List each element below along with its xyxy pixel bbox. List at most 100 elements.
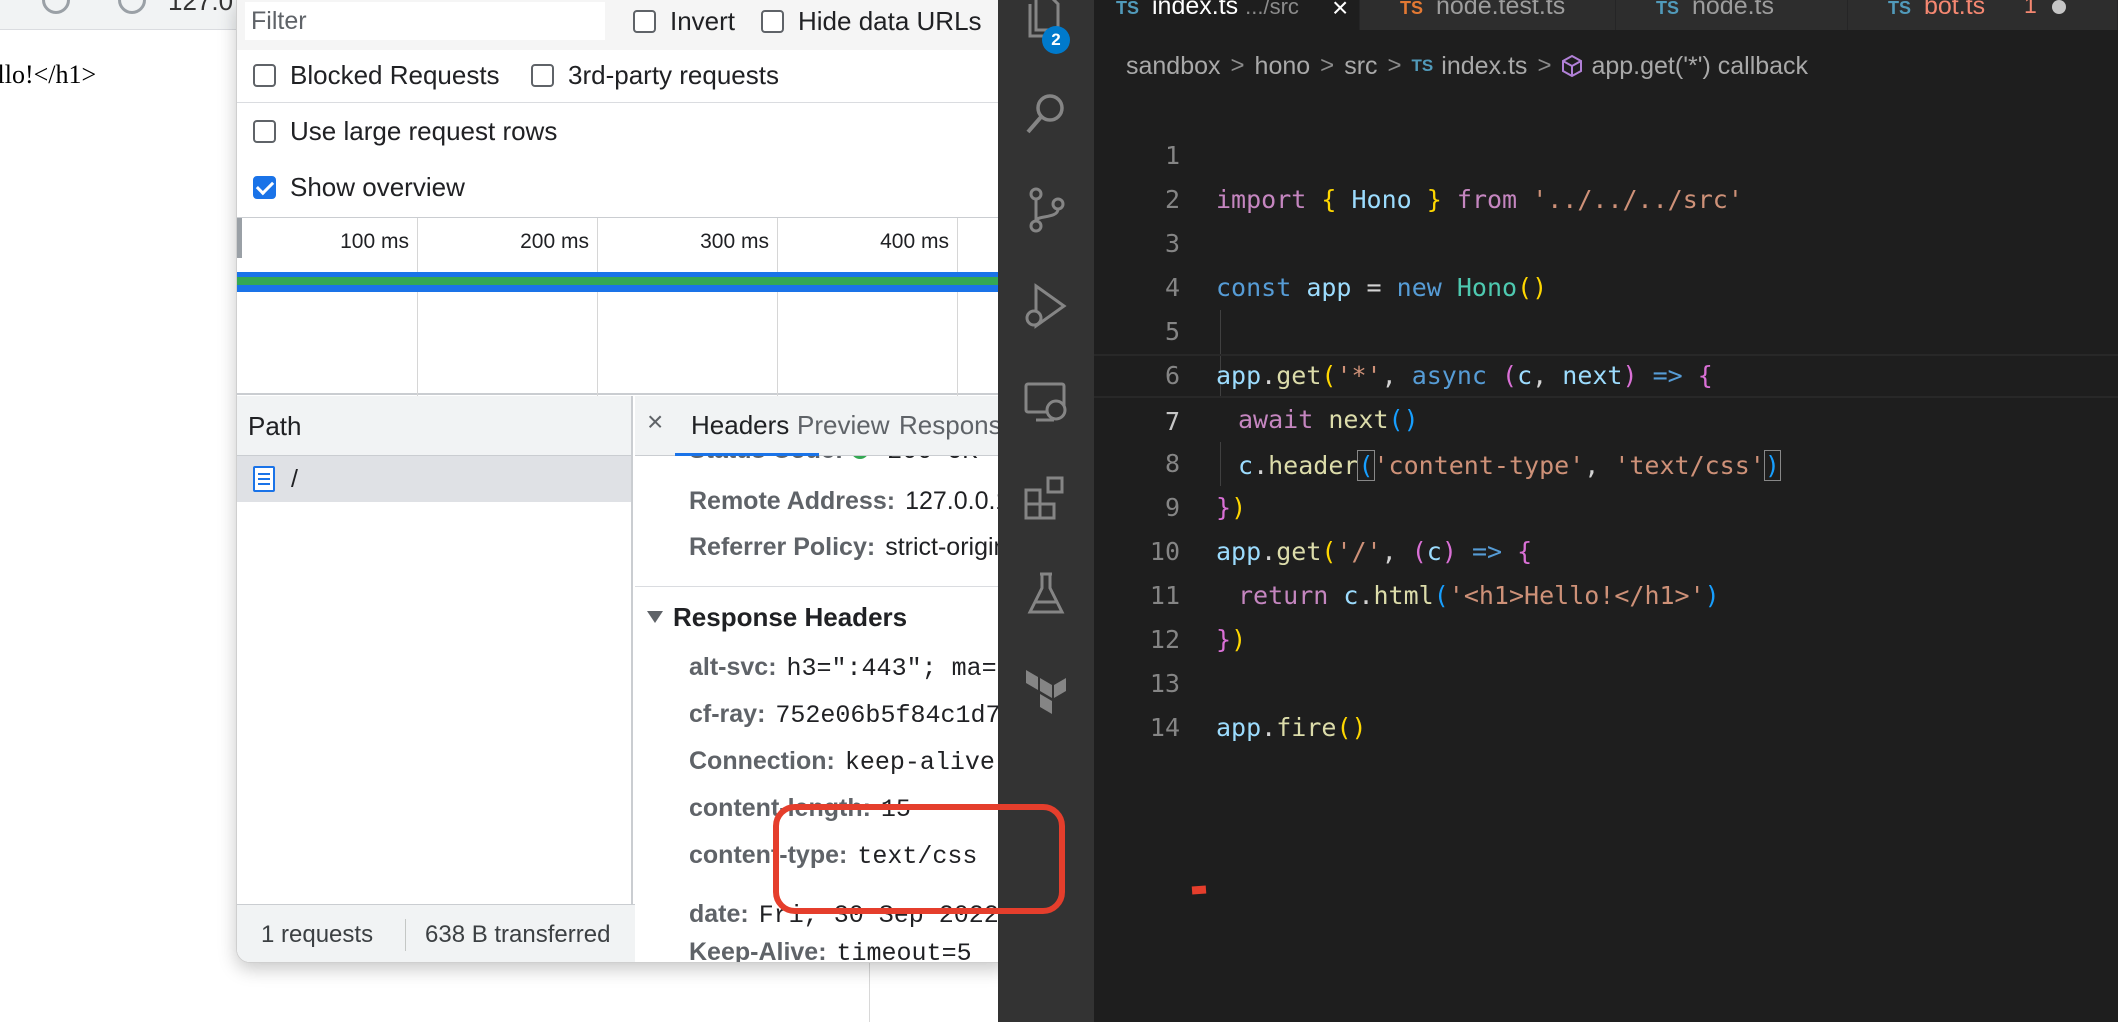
tab-label: index.ts .../src <box>1152 0 1299 21</box>
overview-gridline <box>417 218 418 396</box>
code-line[interactable]: 10 return c.html('<h1>Hello!</h1>') <box>1094 486 2118 610</box>
editor-tab-index-ts[interactable]: TS index.ts .../src × <box>1094 0 1360 30</box>
code-line[interactable]: 12 <box>1094 574 2118 654</box>
code-line[interactable]: 6 await next() <box>1094 310 2118 434</box>
hide-data-urls-checkbox[interactable]: Hide data URLs <box>761 6 982 37</box>
header-value: keep-alive <box>844 748 995 777</box>
close-icon[interactable]: × <box>1332 0 1348 24</box>
chevron-right-icon: > <box>1387 52 1402 79</box>
tab-filename: index.ts <box>1152 0 1239 20</box>
checkbox-box-checked[interactable] <box>253 176 276 199</box>
code-line[interactable]: 2 <box>1094 134 2118 214</box>
checkbox-label: Blocked Requests <box>290 60 500 90</box>
extensions-icon[interactable] <box>1022 474 1070 522</box>
response-header-row: Keep-Alive: timeout=5 <box>689 938 972 963</box>
checkbox-label: 3rd-party requests <box>568 60 779 90</box>
editor-tab-node-test-ts[interactable]: TS node.test.ts <box>1360 0 1616 30</box>
address-bar-text[interactable]: 127.0 <box>168 0 233 17</box>
typescript-file-icon: TS <box>1116 0 1140 18</box>
show-overview-checkbox[interactable]: Show overview <box>253 172 465 203</box>
code-line[interactable]: 8 }) <box>1094 398 2118 522</box>
blocked-requests-checkbox[interactable]: Blocked Requests <box>253 60 500 91</box>
transferred-size: 638 B transferred <box>425 921 611 948</box>
response-headers-section-toggle[interactable]: Response Headers <box>647 602 907 633</box>
request-row[interactable]: / <box>237 456 631 502</box>
overview-tick: 400 ms <box>880 230 949 253</box>
code-line-current[interactable]: 7 c.header('content-type', 'text/css') <box>1094 354 2118 481</box>
editor-tab-node-ts[interactable]: TS node.ts <box>1616 0 1848 30</box>
tab-preview[interactable]: Preview <box>797 410 889 441</box>
details-tabbar: × Headers Preview Response <box>635 396 1006 456</box>
header-key: alt-svc: <box>689 653 777 681</box>
terraform-icon[interactable] <box>1022 666 1070 714</box>
network-status-bar: 1 requests 638 B transferred <box>237 904 635 962</box>
annotation-highlight-box <box>773 804 1065 914</box>
checkbox-box[interactable] <box>761 10 784 33</box>
overview-tick: 200 ms <box>520 230 589 253</box>
chevron-right-icon: > <box>1537 52 1552 79</box>
vscode-window: 2 TS index.ts .../src × TS node.test.ts … <box>998 0 2118 1022</box>
checkbox-box[interactable] <box>633 10 656 33</box>
problem-count: 1 <box>2024 0 2037 18</box>
code-line[interactable]: 1 import { Hono } from '../../../src' <box>1094 90 2118 214</box>
section-divider <box>635 586 1006 587</box>
code-line[interactable]: 3 const app = new Hono() <box>1094 178 2118 302</box>
code-line[interactable]: 4 <box>1094 222 2118 302</box>
close-icon[interactable]: × <box>647 406 663 438</box>
overview-handle[interactable] <box>237 218 242 258</box>
header-key: cf-ray: <box>689 700 766 728</box>
header-key: date: <box>689 904 749 928</box>
tab-filename: node.test.ts <box>1436 0 1566 20</box>
header-value: strict-origin-when-cross-origin <box>885 533 1006 561</box>
path-column-header[interactable]: Path <box>237 396 631 456</box>
code-line[interactable]: 9 app.get('/', (c) => { <box>1094 442 2118 566</box>
remote-explorer-icon[interactable] <box>1022 378 1070 426</box>
request-path: / <box>291 464 298 493</box>
overview-gridline <box>957 218 958 396</box>
editor-tab-bot-ts[interactable]: TS bot.ts 1 <box>1848 0 2118 30</box>
active-tab-indicator <box>675 453 819 456</box>
typescript-file-icon: TS <box>1411 56 1434 75</box>
tab-headers[interactable]: Headers <box>691 410 789 441</box>
status-separator <box>405 919 406 951</box>
filter-input[interactable] <box>245 2 605 40</box>
reload-icon[interactable] <box>42 0 70 14</box>
typescript-test-file-icon: TS <box>1400 0 1424 18</box>
breadcrumb-item[interactable]: hono <box>1255 52 1311 81</box>
checkbox-box[interactable] <box>253 120 276 143</box>
response-header-row: cf-ray: 752e06b5f84c1d77 <box>689 700 1006 730</box>
checkbox-label: Hide data URLs <box>798 6 982 36</box>
typescript-file-icon: TS <box>1888 0 1912 18</box>
third-party-requests-checkbox[interactable]: 3rd-party requests <box>531 60 779 91</box>
code-line[interactable]: 14 <box>1094 662 2118 742</box>
breadcrumb-symbol[interactable]: app.get('*') callback <box>1591 52 1808 81</box>
testing-icon[interactable] <box>1022 570 1070 618</box>
breadcrumb-file[interactable]: index.ts <box>1441 52 1527 81</box>
invert-checkbox[interactable]: Invert <box>633 6 735 37</box>
line-number: 14 <box>1149 713 1180 742</box>
checkbox-box[interactable] <box>531 64 554 87</box>
code-line[interactable]: 11 }) <box>1094 530 2118 654</box>
page-content-text: ello!</h1> <box>0 60 97 89</box>
site-info-icon[interactable] <box>118 0 146 14</box>
run-debug-icon[interactable] <box>1022 282 1070 330</box>
header-key: Remote Address: <box>689 487 896 515</box>
chevron-right-icon: > <box>1320 52 1335 79</box>
large-request-rows-checkbox[interactable]: Use large request rows <box>253 116 557 147</box>
breadcrumb-item[interactable]: sandbox <box>1126 52 1221 81</box>
chevron-right-icon: > <box>1230 52 1245 79</box>
network-overview-timeline[interactable]: 100 ms 200 ms 300 ms 400 ms <box>237 217 1006 396</box>
explorer-badge: 2 <box>1042 26 1070 54</box>
code-line[interactable]: 5 app.get('*', async (c, next) => { <box>1094 266 2118 390</box>
checkbox-box[interactable] <box>253 64 276 87</box>
unsaved-dot-icon <box>2052 0 2066 14</box>
search-icon[interactable] <box>1022 90 1070 138</box>
filter-toolbar: Invert Hide data URLs <box>237 0 1006 50</box>
source-control-icon[interactable] <box>1022 186 1070 234</box>
request-list: Path / <box>237 396 633 962</box>
breadcrumb: sandbox > hono > src > TS index.ts > app… <box>1126 48 1808 84</box>
code-line[interactable]: 13 app.fire() <box>1094 618 2118 742</box>
tab-response[interactable]: Response <box>899 410 1006 441</box>
breadcrumb-item[interactable]: src <box>1344 52 1377 81</box>
header-value: timeout=5 <box>836 939 972 963</box>
